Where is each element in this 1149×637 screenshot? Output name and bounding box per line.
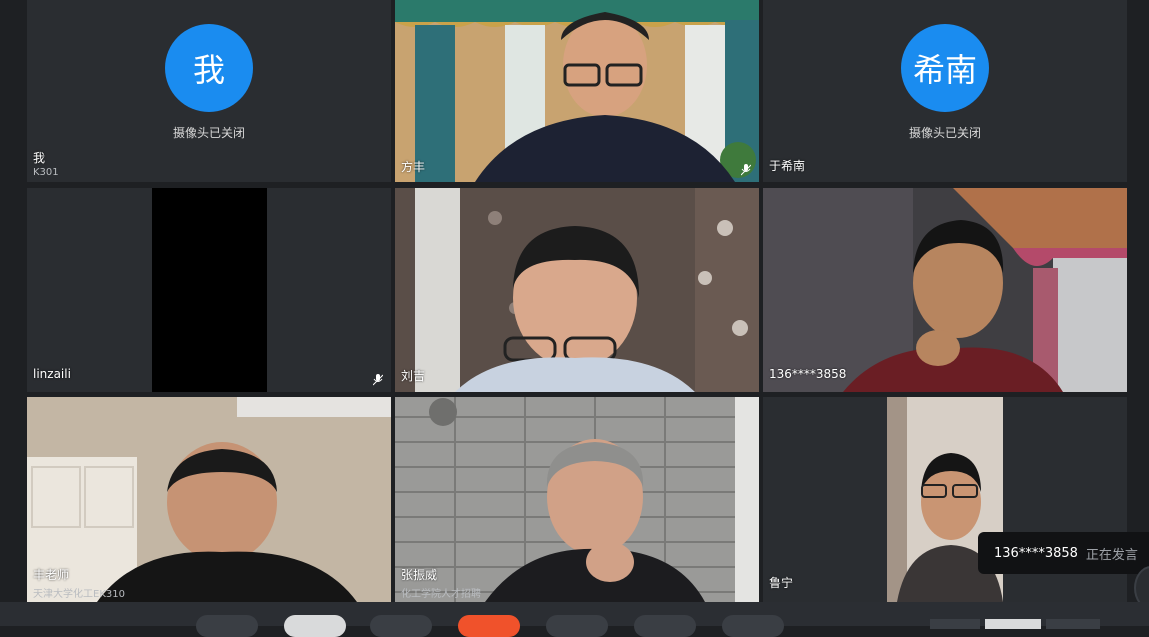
speaker-view-toggle[interactable] (1046, 619, 1100, 629)
participant-tile-yuxinan[interactable]: 希南 摄像头已关闭 于希南 (763, 0, 1127, 182)
mic-muted-icon (741, 164, 751, 176)
video-feed (763, 188, 1127, 392)
participant-name: 136****3858 (769, 367, 847, 381)
camera-off-label: 摄像头已关闭 (908, 126, 981, 140)
speaking-indicator-toast: 136****3858 正在发言 (978, 532, 1149, 574)
mic-muted-icon (373, 374, 383, 386)
video-feed (27, 397, 391, 602)
participant-name: linzaili (33, 367, 71, 381)
leave-meeting-button[interactable] (458, 615, 520, 637)
participant-name: 我 (33, 151, 46, 165)
participant-tile-zhangzhenwei[interactable]: 张振威 化工学院人才招聘 (395, 397, 759, 602)
participant-name: 刘吉 (401, 369, 426, 383)
participant-subname: K301 (33, 167, 59, 178)
participants-button[interactable] (546, 615, 608, 637)
participant-name: 方丰 (401, 160, 426, 174)
share-screen-button[interactable] (370, 615, 432, 637)
video-grid: 我 摄像头已关闭 我 K301 方丰 希南 摄像头已关闭 于希南 linzail… (27, 0, 1127, 602)
speaker-number: 136****3858 (994, 545, 1078, 561)
gallery-view-toggle[interactable] (985, 619, 1041, 629)
camera-button[interactable] (284, 615, 346, 637)
camera-off-label: 摄像头已关闭 (172, 126, 245, 140)
participant-name: 于希南 (769, 159, 806, 173)
participant-tile-me[interactable]: 我 摄像头已关闭 我 K301 (27, 0, 391, 182)
participant-tile-liuji[interactable]: 刘吉 (395, 188, 759, 392)
avatar: 希南 (901, 24, 989, 112)
chat-button[interactable] (634, 615, 696, 637)
video-feed (152, 188, 267, 392)
participant-tile-136-3858[interactable]: 136****3858 (763, 188, 1127, 392)
participant-tile-linzaili[interactable]: linzaili (27, 188, 391, 392)
participant-tile-fangfeng[interactable]: 方丰 (395, 0, 759, 182)
video-feed (395, 0, 759, 182)
participant-name: 丰老师 (33, 568, 70, 582)
participant-name: 鲁宁 (769, 576, 794, 590)
video-feed (395, 188, 759, 392)
avatar: 我 (165, 24, 253, 112)
video-feed (395, 397, 759, 602)
more-button[interactable] (722, 615, 784, 637)
speaking-status: 正在发言 (1085, 547, 1138, 563)
layout-toggle[interactable] (930, 619, 980, 629)
participant-name: 张振威 (401, 568, 438, 582)
participant-subname: 天津大学化工EK310 (33, 589, 125, 600)
mic-button[interactable] (196, 615, 258, 637)
participant-tile-feng-laoshi[interactable]: 丰老师 天津大学化工EK310 (27, 397, 391, 602)
participant-subname: 化工学院人才招聘 (401, 589, 481, 600)
meeting-toolbar (0, 602, 1149, 637)
